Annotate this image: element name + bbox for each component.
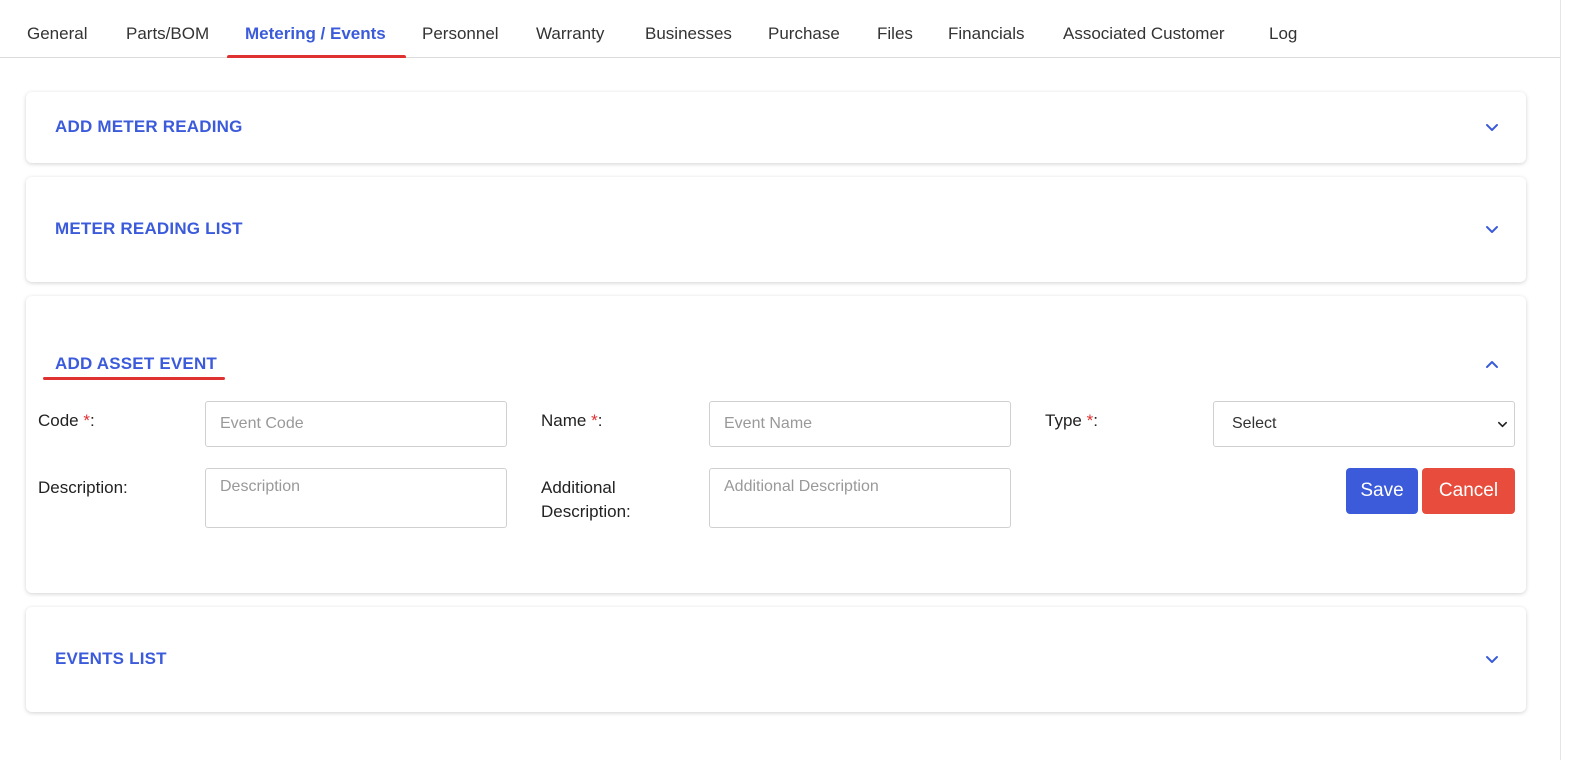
additional-description-textarea[interactable]: Additional Description [709, 468, 1011, 528]
chevron-down-icon [1498, 421, 1507, 428]
panel-title-events-list[interactable]: EVENTS LIST [55, 649, 167, 669]
chevron-up-icon[interactable] [1484, 357, 1500, 373]
code-label: Code *: [38, 411, 95, 430]
tab-financials[interactable]: Financials [948, 24, 1025, 44]
tab-businesses[interactable]: Businesses [645, 24, 732, 44]
panel-events-list[interactable]: EVENTS LIST [26, 607, 1526, 712]
chevron-down-icon[interactable] [1484, 651, 1500, 667]
tab-general[interactable]: General [27, 24, 87, 44]
tab-bar: General Parts/BOM Metering / Events Pers… [0, 0, 1560, 59]
cancel-button[interactable]: Cancel [1422, 468, 1515, 514]
tab-personnel[interactable]: Personnel [422, 24, 499, 44]
tab-metering-events[interactable]: Metering / Events [245, 24, 386, 44]
type-select-value: Select [1232, 415, 1277, 432]
panel-title-add-asset-event[interactable]: ADD ASSET EVENT [55, 354, 217, 374]
main-content: ADD METER READING METER READING LIST ADD… [0, 58, 1560, 760]
tab-purchase[interactable]: Purchase [768, 24, 840, 44]
event-code-input[interactable]: Event Code [205, 401, 507, 447]
type-label: Type *: [1045, 411, 1098, 430]
save-button[interactable]: Save [1346, 468, 1418, 514]
name-label: Name *: [541, 411, 603, 430]
additional-description-label-line2: Description: [541, 502, 631, 521]
chevron-down-icon[interactable] [1484, 119, 1500, 135]
tab-files[interactable]: Files [877, 24, 913, 44]
description-label: Description: [38, 478, 128, 497]
panel-meter-reading-list[interactable]: METER READING LIST [26, 177, 1526, 282]
panel-title-meter-reading-list[interactable]: METER READING LIST [55, 219, 243, 239]
page-scrollbar[interactable] [1560, 0, 1573, 760]
type-select[interactable]: Select [1213, 401, 1515, 447]
tab-associated-customer[interactable]: Associated Customer [1063, 24, 1225, 44]
panel-add-asset-event: ADD ASSET EVENT Code *: Event Code Name … [26, 296, 1526, 593]
event-name-input[interactable]: Event Name [709, 401, 1011, 447]
panel-title-underline [43, 377, 225, 380]
panel-add-meter-reading[interactable]: ADD METER READING [26, 92, 1526, 163]
tab-parts-bom[interactable]: Parts/BOM [126, 24, 209, 44]
tab-warranty[interactable]: Warranty [536, 24, 604, 44]
chevron-down-icon[interactable] [1484, 221, 1500, 237]
description-textarea[interactable]: Description [205, 468, 507, 528]
panel-title-add-meter-reading[interactable]: ADD METER READING [55, 117, 243, 137]
additional-description-label-line1: Additional [541, 478, 616, 497]
tab-log[interactable]: Log [1269, 24, 1297, 44]
